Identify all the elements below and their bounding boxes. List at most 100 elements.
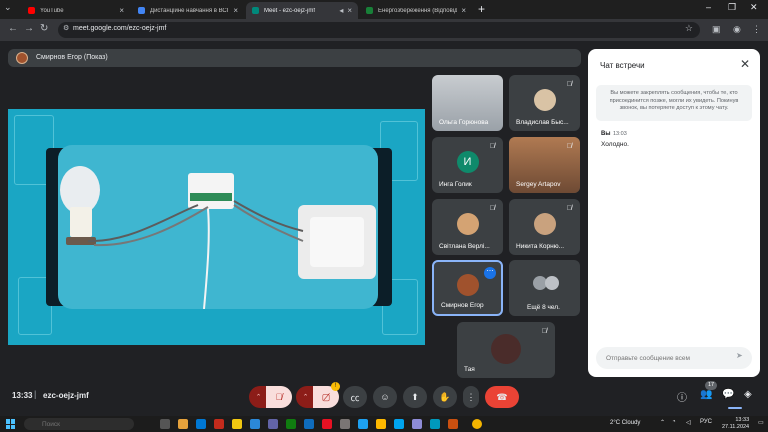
presenter-bar: Смирнов Егор (Показ) <box>8 49 581 67</box>
tray-chevron-icon[interactable]: ⌃ <box>660 419 665 426</box>
app-icon[interactable] <box>232 419 242 429</box>
participant-tile[interactable]: 🎙̸ Sergey Artapov <box>509 137 580 193</box>
participant-tile[interactable]: Ольга Горюнова <box>432 75 503 131</box>
mic-off-icon: 🎙̸ <box>566 81 572 88</box>
leave-call-button[interactable]: ☎ <box>485 386 519 408</box>
raise-hand-button[interactable]: ✋ <box>433 386 457 408</box>
participant-tile[interactable]: 🎙̸ Тая <box>457 322 555 378</box>
info-icon[interactable]: ⓘ <box>677 389 687 404</box>
chat-active-indicator <box>728 407 742 409</box>
app-icon[interactable] <box>286 419 296 429</box>
message-text: Холодно. <box>601 141 629 148</box>
app-icon[interactable] <box>358 419 368 429</box>
maximize-icon[interactable]: ❐ <box>728 2 736 13</box>
chat-title: Чат встречи <box>600 61 645 70</box>
reload-icon[interactable]: ↻ <box>40 23 48 34</box>
profile-icon[interactable]: ◉ <box>733 24 741 35</box>
activities-icon[interactable]: ◈ <box>744 389 752 400</box>
tab-meet[interactable]: Meet - ezc-oejz-jmf ◂ × <box>246 2 358 19</box>
captions-button[interactable]: ㏄ <box>343 386 367 408</box>
app-icon[interactable] <box>250 419 260 429</box>
taskbar-search-input[interactable] <box>24 418 134 430</box>
tab-title: Енергозбереження (Відповіді) - Go... <box>378 7 458 14</box>
app-icon[interactable] <box>304 419 314 429</box>
mic-toggle-button[interactable]: 🎙̸ <box>266 386 292 408</box>
meet-icon <box>252 7 259 14</box>
emoji-button[interactable]: ☺ <box>373 386 397 408</box>
app-icon[interactable] <box>376 419 386 429</box>
app-icon[interactable] <box>394 419 404 429</box>
close-tab-icon[interactable]: × <box>347 6 352 15</box>
chat-info-banner: Вы можете закреплять сообщения, чтобы те… <box>596 85 752 121</box>
photo <box>58 145 378 310</box>
weather-text[interactable]: 2°C Cloudy <box>610 420 640 426</box>
site-info-icon[interactable]: ⚙ <box>63 24 69 32</box>
avatar: И <box>456 151 479 173</box>
more-options-icon[interactable]: ⋯ <box>484 267 496 279</box>
language-indicator[interactable]: РУС <box>700 419 712 425</box>
close-icon[interactable]: ✕ <box>740 57 750 71</box>
tab-forms[interactable]: Енергозбереження (Відповіді) - Go... × <box>360 2 472 19</box>
app-icon[interactable] <box>214 419 224 429</box>
omnibox[interactable]: ⚙ meet.google.com/ezc-oejz-jmf ☆ <box>58 22 700 38</box>
participant-name: Світлана Верлі... <box>439 243 490 250</box>
app-icon[interactable] <box>322 419 332 429</box>
close-window-icon[interactable]: ✕ <box>750 2 758 13</box>
tab-classroom[interactable]: Дистанційне навчання в ВСП КФК ... × <box>132 2 244 19</box>
chat-panel: Чат встречи ✕ Вы можете закреплять сообщ… <box>588 49 760 377</box>
tab-youtube[interactable]: YouTube × <box>22 2 130 19</box>
present-button[interactable]: ⬆ <box>403 386 427 408</box>
tab-title: YouTube <box>40 7 64 14</box>
participant-tile[interactable]: 🎙̸ Світлана Верлі... <box>432 199 503 255</box>
more-options-button[interactable]: ⋮ <box>463 386 479 408</box>
new-tab-icon[interactable]: + <box>478 2 485 16</box>
back-icon[interactable]: ← <box>8 23 18 34</box>
taskbar-time: 13:33 <box>735 417 750 423</box>
network-icon[interactable]: ◔ <box>672 419 676 425</box>
app-icon[interactable] <box>430 419 440 429</box>
mic-off-icon: 🎙̸ <box>489 205 495 212</box>
more-participants-tile[interactable]: Ещё 8 чел. <box>509 260 580 316</box>
close-tab-icon[interactable]: × <box>119 6 124 15</box>
participant-name: Ольга Горюнова <box>439 119 489 126</box>
send-icon[interactable]: ➤ <box>736 351 743 360</box>
mic-off-icon: 🎙̸ <box>566 143 572 150</box>
tab-search-icon[interactable]: ⌄ <box>4 2 12 13</box>
browser-tab-strip: YouTube × Дистанційне навчання в ВСП КФК… <box>0 0 768 19</box>
close-tab-icon[interactable]: × <box>461 6 466 15</box>
file-explorer-icon[interactable] <box>178 419 188 429</box>
participant-tile[interactable]: 🎙̸ Владислав Быс... <box>509 75 580 131</box>
url-text[interactable]: meet.google.com/ezc-oejz-jmf <box>73 25 166 32</box>
participant-name: Смирнов Егор <box>441 302 484 309</box>
menu-icon[interactable]: ⋮ <box>752 24 761 35</box>
people-icon[interactable]: 👥 <box>700 389 712 400</box>
shared-screen <box>8 109 425 345</box>
app-icon[interactable] <box>448 419 458 429</box>
extension-icon[interactable]: ▣ <box>712 24 721 35</box>
message-sender: Вы <box>601 131 611 137</box>
edge-icon[interactable] <box>196 419 206 429</box>
app-icon[interactable] <box>412 419 422 429</box>
chat-icon[interactable]: 💬 <box>722 389 734 400</box>
volume-icon[interactable]: ◁ <box>686 419 691 426</box>
avatar <box>491 334 521 364</box>
task-view-icon[interactable] <box>160 419 170 429</box>
close-tab-icon[interactable]: × <box>233 6 238 15</box>
bookmark-star-icon[interactable]: ☆ <box>685 23 693 34</box>
participant-tile[interactable]: И 🎙̸ Инга Голик <box>432 137 503 193</box>
minimize-icon[interactable]: – <box>706 2 711 12</box>
app-icon[interactable] <box>340 419 350 429</box>
chrome-icon[interactable] <box>472 419 482 429</box>
forward-icon[interactable]: → <box>24 23 34 34</box>
speaker-icon[interactable]: ◂ <box>339 6 343 15</box>
mic-off-icon: 🎙̸ <box>541 328 547 335</box>
chat-input[interactable] <box>596 347 752 369</box>
tab-title: Дистанційне навчання в ВСП КФК ... <box>150 7 230 14</box>
app-icon[interactable] <box>268 419 278 429</box>
windows-start-icon[interactable] <box>6 419 16 429</box>
self-tile[interactable]: ⋯ Смирнов Егор <box>432 260 503 316</box>
taskbar-clock[interactable]: 13:33 27.11.2024 <box>722 417 749 431</box>
notification-icon[interactable]: ▭ <box>758 419 764 426</box>
participant-name: Ещё 8 чел. <box>527 304 560 311</box>
participant-tile[interactable]: 🎙̸ Никита Корню... <box>509 199 580 255</box>
